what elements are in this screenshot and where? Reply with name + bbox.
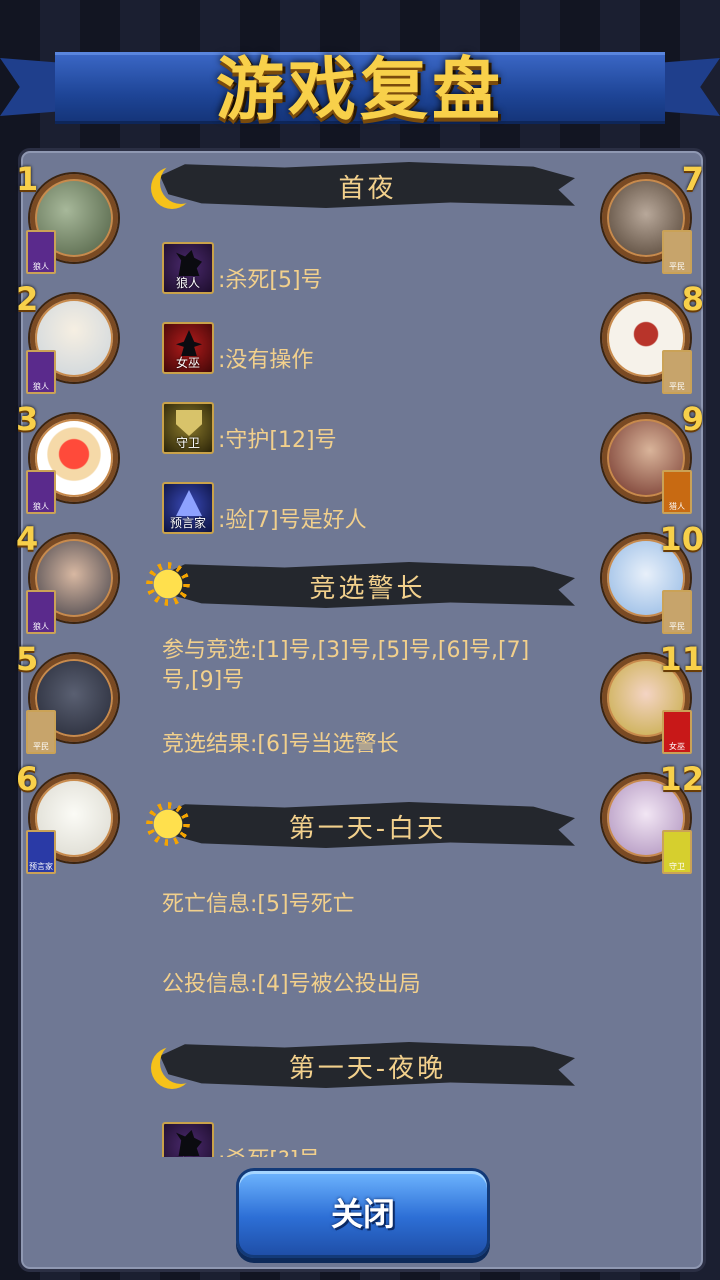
player-slot-8[interactable]: 8 平民 <box>598 280 704 394</box>
player-slot-6[interactable]: 6 预言家 <box>16 760 122 874</box>
section-header-night2: 第一天-夜晚 <box>140 1036 580 1096</box>
vote-info: 公投信息:[4]号被公投出局 <box>162 972 421 997</box>
role-badge: 狼人 <box>26 230 56 274</box>
player-number: 11 <box>659 640 704 678</box>
werewolf-icon: 狼人 <box>162 242 214 294</box>
seer-icon: 预言家 <box>162 482 214 534</box>
player-number: 3 <box>16 400 39 438</box>
action-row: 狼人 :杀死[?]号 <box>162 1122 580 1157</box>
section-header-day1: 第一天-白天 <box>140 796 580 856</box>
player-number: 6 <box>16 760 39 798</box>
role-badge: 平民 <box>26 710 56 754</box>
role-badge: 狼人 <box>26 590 56 634</box>
player-slot-12[interactable]: 12 守卫 <box>598 760 704 874</box>
player-slot-11[interactable]: 11 女巫 <box>598 640 704 754</box>
role-badge: 平民 <box>662 350 692 394</box>
player-slot-9[interactable]: 9 猎人 <box>598 400 704 514</box>
action-text: :守护[12]号 <box>218 428 337 453</box>
section-header-night1: 首夜 <box>140 156 580 216</box>
action-row: 女巫 :没有操作 <box>162 322 580 380</box>
witch-icon: 女巫 <box>162 322 214 374</box>
player-slot-4[interactable]: 4 狼人 <box>16 520 122 634</box>
player-slot-10[interactable]: 10 平民 <box>598 520 704 634</box>
close-button[interactable]: 关闭 <box>236 1168 490 1258</box>
player-number: 7 <box>681 160 704 198</box>
section-title: 首夜 <box>338 174 397 204</box>
role-badge: 平民 <box>662 590 692 634</box>
action-text: :验[7]号是好人 <box>218 508 367 533</box>
player-number: 10 <box>659 520 704 558</box>
player-number: 1 <box>16 160 39 198</box>
action-row: 守卫 :守护[12]号 <box>162 402 580 460</box>
werewolf-icon: 狼人 <box>162 1122 214 1157</box>
section-title: 第一天-白天 <box>288 814 447 844</box>
player-slot-7[interactable]: 7 平民 <box>598 160 704 274</box>
player-slot-2[interactable]: 2 狼人 <box>16 280 122 394</box>
action-row: 预言家 :验[7]号是好人 <box>162 482 580 540</box>
player-number: 8 <box>681 280 704 318</box>
player-slot-3[interactable]: 3 狼人 <box>16 400 122 514</box>
guard-icon: 守卫 <box>162 402 214 454</box>
player-slot-1[interactable]: 1 狼人 <box>16 160 122 274</box>
role-badge: 女巫 <box>662 710 692 754</box>
action-text: :没有操作 <box>218 348 314 373</box>
role-badge: 狼人 <box>26 350 56 394</box>
role-badge: 守卫 <box>662 830 692 874</box>
role-badge: 平民 <box>662 230 692 274</box>
player-number: 12 <box>659 760 704 798</box>
section-header-sheriff: 竞选警长 <box>140 556 580 616</box>
player-number: 4 <box>16 520 39 558</box>
sheriff-result: 竞选结果:[6]号当选警长 <box>162 732 399 757</box>
sheriff-participants: 参与竞选:[1]号,[3]号,[5]号,[6]号,[7]号,[9]号 <box>162 638 530 693</box>
death-info: 死亡信息:[5]号死亡 <box>162 892 355 917</box>
player-slot-5[interactable]: 5 平民 <box>16 640 122 754</box>
replay-log[interactable]: 首夜 狼人 :杀死[5]号 女巫 :没有操作 守卫 :守护[12]号 预言家 :… <box>140 152 580 1157</box>
role-badge: 猎人 <box>662 470 692 514</box>
page-title: 游戏复盘 <box>215 50 504 130</box>
action-text: :杀死[?]号 <box>218 1142 320 1157</box>
role-badge: 预言家 <box>26 830 56 874</box>
action-row: 狼人 :杀死[5]号 <box>162 242 580 300</box>
close-button-label: 关闭 <box>330 1195 395 1233</box>
player-number: 2 <box>16 280 39 318</box>
section-title: 竞选警长 <box>309 574 426 604</box>
section-title: 第一天-夜晚 <box>288 1054 447 1084</box>
role-badge: 狼人 <box>26 470 56 514</box>
action-text: :杀死[5]号 <box>218 268 323 293</box>
player-number: 9 <box>681 400 704 438</box>
player-number: 5 <box>16 640 39 678</box>
